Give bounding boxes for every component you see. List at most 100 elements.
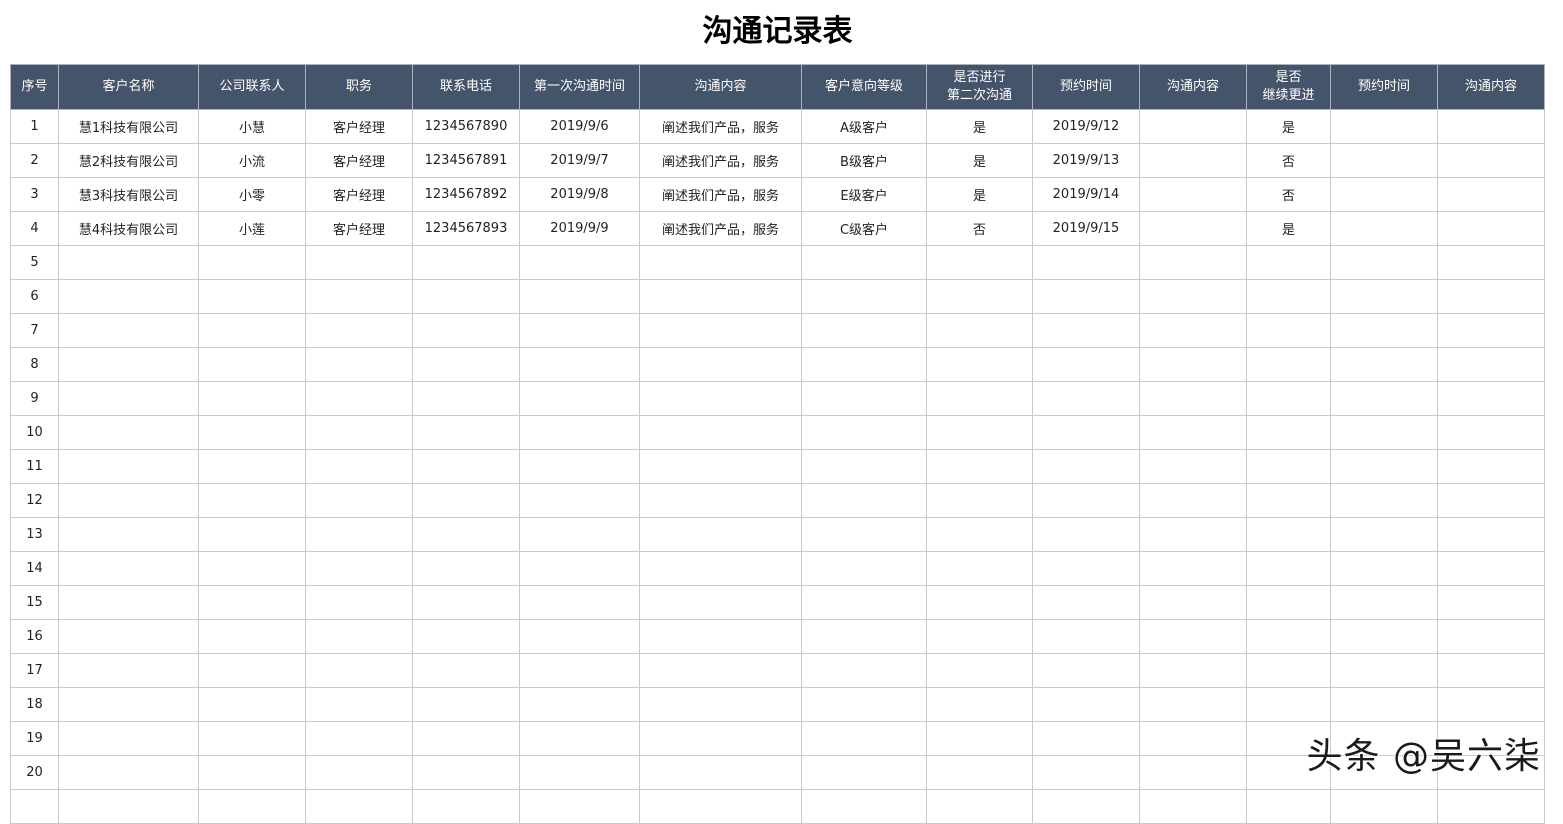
table-cell[interactable]	[1437, 585, 1545, 620]
column-header[interactable]: 预约时间	[1032, 64, 1140, 110]
table-cell[interactable]	[1032, 653, 1140, 688]
table-cell[interactable]	[1330, 551, 1438, 586]
row-number-cell[interactable]: 20	[10, 755, 59, 790]
table-cell[interactable]	[1139, 347, 1247, 382]
table-cell[interactable]	[198, 313, 306, 348]
table-cell[interactable]	[58, 687, 199, 722]
table-cell[interactable]: 2019/9/9	[519, 211, 640, 246]
table-cell[interactable]	[1139, 313, 1247, 348]
table-cell[interactable]: 1234567891	[412, 143, 520, 178]
row-number-cell[interactable]: 11	[10, 449, 59, 484]
table-cell[interactable]	[1246, 483, 1331, 518]
table-cell[interactable]	[1032, 347, 1140, 382]
table-cell[interactable]	[198, 619, 306, 654]
column-header[interactable]: 联系电话	[412, 64, 520, 110]
table-cell[interactable]	[926, 245, 1033, 280]
table-cell[interactable]	[58, 245, 199, 280]
table-cell[interactable]	[926, 653, 1033, 688]
table-cell[interactable]	[801, 687, 927, 722]
row-number-cell[interactable]: 10	[10, 415, 59, 450]
table-cell[interactable]: C级客户	[801, 211, 927, 246]
table-cell[interactable]	[519, 449, 640, 484]
table-cell[interactable]	[1437, 279, 1545, 314]
table-cell[interactable]	[1139, 381, 1247, 416]
table-cell[interactable]: 2019/9/13	[1032, 143, 1140, 178]
table-cell[interactable]	[1330, 687, 1438, 722]
table-cell[interactable]	[639, 653, 802, 688]
table-cell[interactable]	[305, 245, 413, 280]
table-cell[interactable]	[801, 245, 927, 280]
table-cell[interactable]	[1139, 551, 1247, 586]
table-cell[interactable]	[1139, 619, 1247, 654]
table-cell[interactable]	[1330, 279, 1438, 314]
table-cell[interactable]	[412, 347, 520, 382]
table-cell[interactable]	[926, 449, 1033, 484]
table-cell[interactable]	[1330, 313, 1438, 348]
table-cell[interactable]: 小流	[198, 143, 306, 178]
row-number-cell[interactable]: 3	[10, 177, 59, 212]
table-cell[interactable]	[1139, 211, 1247, 246]
table-cell[interactable]	[1139, 517, 1247, 552]
row-number-cell[interactable]: 4	[10, 211, 59, 246]
column-header[interactable]: 预约时间	[1330, 64, 1438, 110]
table-cell[interactable]	[639, 755, 802, 790]
table-cell[interactable]: 客户经理	[305, 143, 413, 178]
table-cell[interactable]: 客户经理	[305, 109, 413, 144]
table-cell[interactable]	[639, 245, 802, 280]
table-cell[interactable]	[639, 313, 802, 348]
table-cell[interactable]	[58, 483, 199, 518]
table-cell[interactable]	[1437, 653, 1545, 688]
table-cell[interactable]	[1246, 279, 1331, 314]
table-cell[interactable]: 阐述我们产品，服务	[639, 143, 802, 178]
table-cell[interactable]	[412, 653, 520, 688]
table-cell[interactable]	[1032, 245, 1140, 280]
table-cell[interactable]	[1437, 381, 1545, 416]
table-cell[interactable]	[1330, 143, 1438, 178]
table-cell[interactable]	[198, 415, 306, 450]
table-cell[interactable]	[519, 245, 640, 280]
table-cell[interactable]	[1032, 687, 1140, 722]
table-cell[interactable]	[801, 653, 927, 688]
table-cell[interactable]	[926, 279, 1033, 314]
table-cell[interactable]	[519, 653, 640, 688]
table-cell[interactable]: 是	[926, 177, 1033, 212]
table-cell[interactable]: 1234567890	[412, 109, 520, 144]
table-cell[interactable]	[801, 313, 927, 348]
table-cell[interactable]	[1437, 245, 1545, 280]
table-cell[interactable]	[1330, 245, 1438, 280]
table-cell[interactable]: 是	[926, 143, 1033, 178]
table-cell[interactable]	[1330, 653, 1438, 688]
row-number-cell[interactable]: 18	[10, 687, 59, 722]
table-cell[interactable]: 客户经理	[305, 177, 413, 212]
table-cell[interactable]	[639, 279, 802, 314]
table-cell[interactable]	[198, 483, 306, 518]
table-cell[interactable]	[198, 687, 306, 722]
table-cell[interactable]	[1139, 585, 1247, 620]
table-cell[interactable]	[926, 551, 1033, 586]
table-cell[interactable]	[1437, 347, 1545, 382]
table-cell[interactable]	[1139, 687, 1247, 722]
table-cell[interactable]	[801, 381, 927, 416]
table-cell[interactable]	[1330, 415, 1438, 450]
table-cell[interactable]	[198, 245, 306, 280]
table-cell[interactable]	[1139, 415, 1247, 450]
table-cell[interactable]: 慧1科技有限公司	[58, 109, 199, 144]
table-cell[interactable]: 小莲	[198, 211, 306, 246]
table-cell[interactable]	[1139, 449, 1247, 484]
table-cell[interactable]	[58, 619, 199, 654]
table-cell[interactable]	[639, 687, 802, 722]
table-cell[interactable]	[1246, 381, 1331, 416]
table-cell[interactable]	[1246, 245, 1331, 280]
table-cell[interactable]	[1246, 653, 1331, 688]
table-cell[interactable]: 2019/9/6	[519, 109, 640, 144]
table-cell[interactable]: B级客户	[801, 143, 927, 178]
table-cell[interactable]: 否	[1246, 177, 1331, 212]
table-cell[interactable]: 1234567893	[412, 211, 520, 246]
table-cell[interactable]	[305, 449, 413, 484]
table-cell[interactable]	[1032, 415, 1140, 450]
table-cell[interactable]: 2019/9/14	[1032, 177, 1140, 212]
table-cell[interactable]	[639, 415, 802, 450]
row-number-cell[interactable]: 17	[10, 653, 59, 688]
row-number-cell[interactable]: 9	[10, 381, 59, 416]
table-cell[interactable]	[1330, 619, 1438, 654]
